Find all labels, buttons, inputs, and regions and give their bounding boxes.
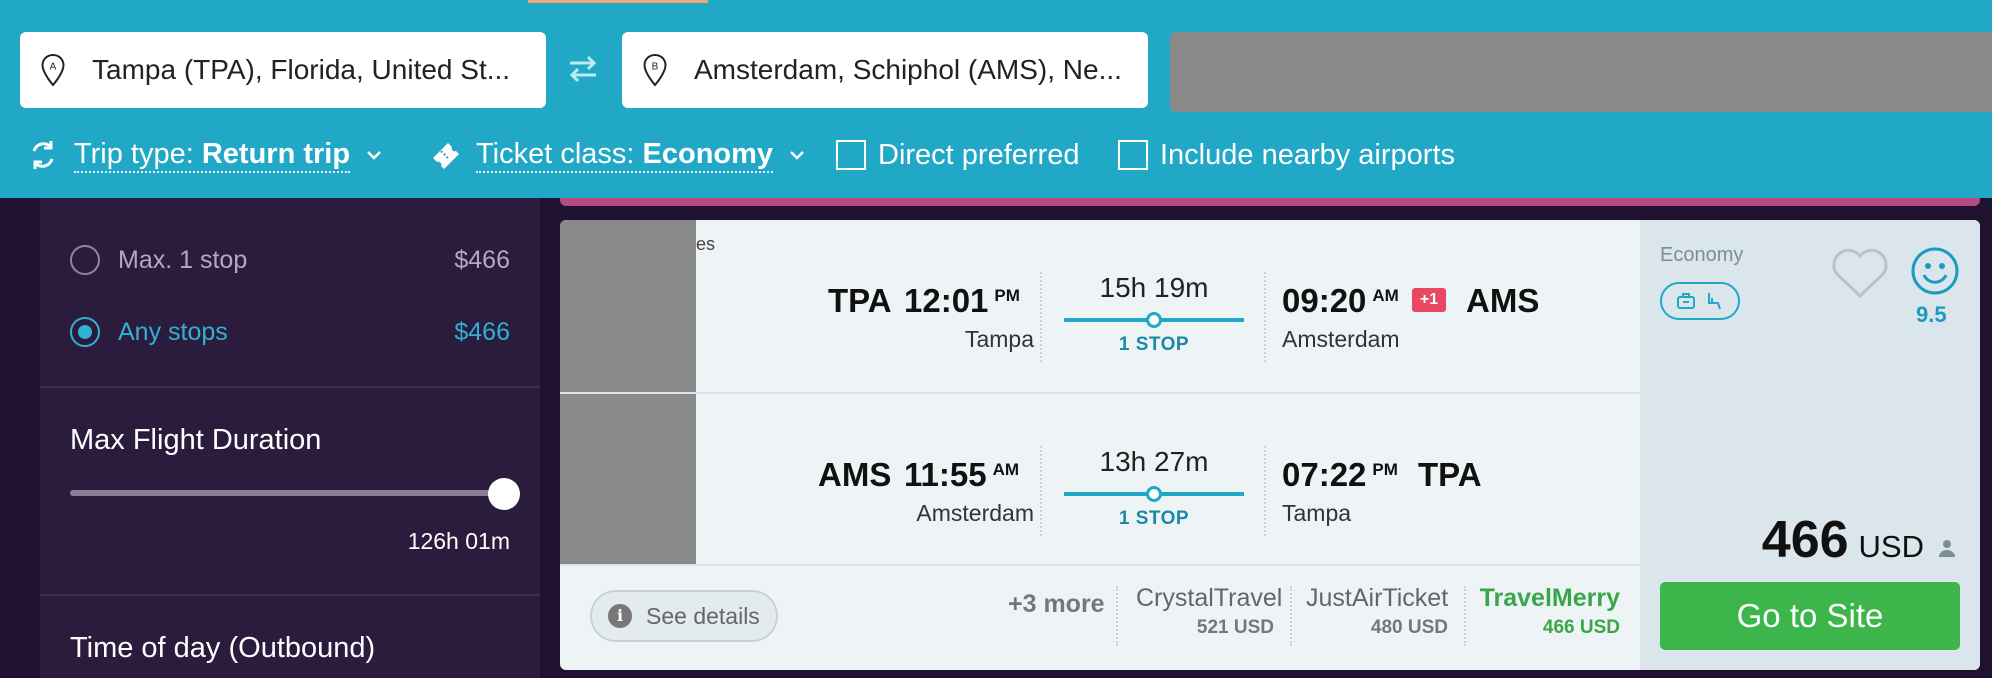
price-panel: Economy 9.5 466 USD Go to Site — [1640, 220, 1980, 670]
stop-marker — [1146, 312, 1162, 328]
arrival-time: 07:22 PM — [1282, 456, 1398, 493]
provider-price: 466 USD — [1542, 617, 1620, 638]
result-footer: i See details +3 more CrystalTravel 521 … — [560, 566, 1640, 670]
person-icon — [1939, 540, 1955, 557]
checkbox-box[interactable] — [836, 140, 866, 170]
separator — [1264, 272, 1266, 362]
go-to-site-button[interactable]: Go to Site — [1660, 582, 1960, 650]
destination-value: Amsterdam, Schiphol (AMS), Ne... — [694, 54, 1122, 85]
seat-icon — [1708, 293, 1721, 310]
heart-icon[interactable] — [1830, 246, 1890, 300]
duration-slider-value: 126h 01m — [407, 528, 510, 554]
arrival-time: 09:20 AM — [1282, 282, 1399, 319]
origin-value: Tampa (TPA), Florida, United St... — [92, 54, 511, 85]
ticket-icon — [433, 143, 459, 169]
price-currency: USD — [1858, 529, 1924, 564]
nearby-airports-checkbox[interactable]: Include nearby airports — [1118, 130, 1455, 180]
provider-offer[interactable]: CrystalTravel 521 USD — [1136, 584, 1283, 639]
price-amount: 466 — [1761, 511, 1849, 569]
radio-button[interactable] — [70, 317, 100, 347]
origin-field[interactable]: A Tampa (TPA), Florida, United St... — [20, 32, 546, 108]
redacted-date-field — [1170, 32, 1992, 112]
departure-time: 11:55 AM — [904, 456, 1020, 493]
time-of-day-title: Time of day (Outbound) — [70, 632, 376, 664]
more-providers-link[interactable]: +3 more — [1008, 590, 1105, 619]
trip-type-text: Trip type: Return trip — [74, 137, 351, 173]
radio-button[interactable] — [70, 245, 100, 275]
stop-option-label: Any stops — [118, 317, 228, 346]
separator — [1290, 586, 1292, 646]
checkbox-box[interactable] — [1118, 140, 1148, 170]
arrival-airport-code: AMS — [1466, 282, 1540, 319]
max-duration-title: Max Flight Duration — [70, 424, 322, 456]
separator — [1464, 586, 1466, 646]
chevron-down-icon — [367, 151, 381, 160]
arrival-city: Tampa — [1282, 500, 1352, 526]
departure-time: 12:01 PM — [904, 282, 1020, 319]
divider — [40, 594, 540, 596]
bag-icon — [1677, 293, 1695, 309]
separator — [1264, 446, 1266, 536]
swap-icon[interactable] — [566, 52, 600, 86]
provider-name: JustAirTicket — [1306, 584, 1449, 612]
direct-preferred-checkbox[interactable]: Direct preferred — [836, 130, 1079, 180]
provider-offer-best[interactable]: TravelMerry 466 USD — [1478, 584, 1620, 639]
flight-result-card: es TPA 12:01 PM Tampa 15h 19m 1 STOP 09:2… — [560, 220, 1980, 670]
provider-name: TravelMerry — [1479, 584, 1620, 612]
location-pin-icon: B — [643, 53, 667, 87]
stop-option-price: $466 — [454, 245, 510, 274]
filters-sidebar: Max. 1 stop $466 Any stops $466 Max Flig… — [40, 198, 540, 678]
info-icon: i — [608, 604, 632, 628]
see-details-button[interactable]: i See details — [590, 590, 778, 642]
divider — [40, 386, 540, 388]
departure-city: Tampa — [964, 326, 1034, 352]
see-details-label: See details — [646, 602, 760, 629]
provider-price: 480 USD — [1370, 617, 1448, 638]
stop-option-max-1[interactable]: Max. 1 stop $466 — [70, 240, 510, 280]
trip-type-selector[interactable]: Trip type: Return trip — [26, 130, 384, 180]
search-header: A Tampa (TPA), Florida, United St... B A… — [0, 0, 1992, 198]
departure-airport-code: AMS — [818, 456, 892, 493]
stop-option-price: $466 — [454, 317, 510, 346]
duration-slider-handle[interactable] — [488, 478, 520, 510]
search-options: Trip type: Return trip Ticket class: Eco… — [0, 130, 1992, 180]
departure-airport-code: TPA — [828, 282, 892, 319]
smiley-icon — [1911, 247, 1959, 295]
next-day-badge: +1 — [1412, 288, 1446, 312]
separator — [1040, 272, 1042, 362]
chevron-down-icon — [790, 151, 804, 160]
arrival-city: Amsterdam — [1282, 326, 1400, 352]
destination-field[interactable]: B Amsterdam, Schiphol (AMS), Ne... — [622, 32, 1148, 108]
outbound-leg[interactable]: TPA 12:01 PM Tampa 15h 19m 1 STOP 09:20 AM… — [560, 220, 1640, 392]
separator — [1116, 586, 1118, 646]
departure-city: Amsterdam — [916, 500, 1034, 526]
total-price: 466 USD — [1762, 510, 1956, 570]
svg-text:A: A — [50, 62, 57, 73]
stop-marker — [1146, 486, 1162, 502]
provider-offer[interactable]: JustAirTicket 480 USD — [1306, 584, 1448, 639]
duration-slider-track[interactable] — [70, 490, 510, 496]
header-accent-line — [528, 0, 708, 3]
return-leg[interactable]: AMS 11:55 AM Amsterdam 13h 27m 1 STOP 07:… — [560, 392, 1640, 564]
rating-score: 9.5 — [1916, 302, 1947, 327]
location-pin-icon: A — [41, 53, 65, 87]
stop-option-label: Max. 1 stop — [118, 245, 248, 274]
cabin-class: Economy — [1660, 244, 1744, 266]
amenities-badge — [1660, 282, 1740, 320]
direct-preferred-label: Direct preferred — [878, 138, 1080, 171]
nearby-airports-label: Include nearby airports — [1160, 138, 1455, 171]
provider-price: 521 USD — [1196, 617, 1274, 638]
svg-text:B: B — [652, 62, 659, 73]
arrival-airport-code: TPA — [1418, 456, 1482, 493]
flight-duration: 13h 27m — [1099, 446, 1209, 477]
flight-duration: 15h 19m — [1099, 272, 1209, 303]
trip-type-icon — [32, 141, 54, 169]
separator — [1040, 446, 1042, 536]
ticket-class-text: Ticket class: Economy — [476, 137, 774, 173]
stop-count: 1 STOP — [1118, 334, 1190, 355]
provider-name: CrystalTravel — [1136, 584, 1283, 612]
ticket-class-selector[interactable]: Ticket class: Economy — [428, 130, 807, 180]
stop-option-any[interactable]: Any stops $466 — [70, 312, 510, 352]
stop-count: 1 STOP — [1118, 508, 1190, 529]
